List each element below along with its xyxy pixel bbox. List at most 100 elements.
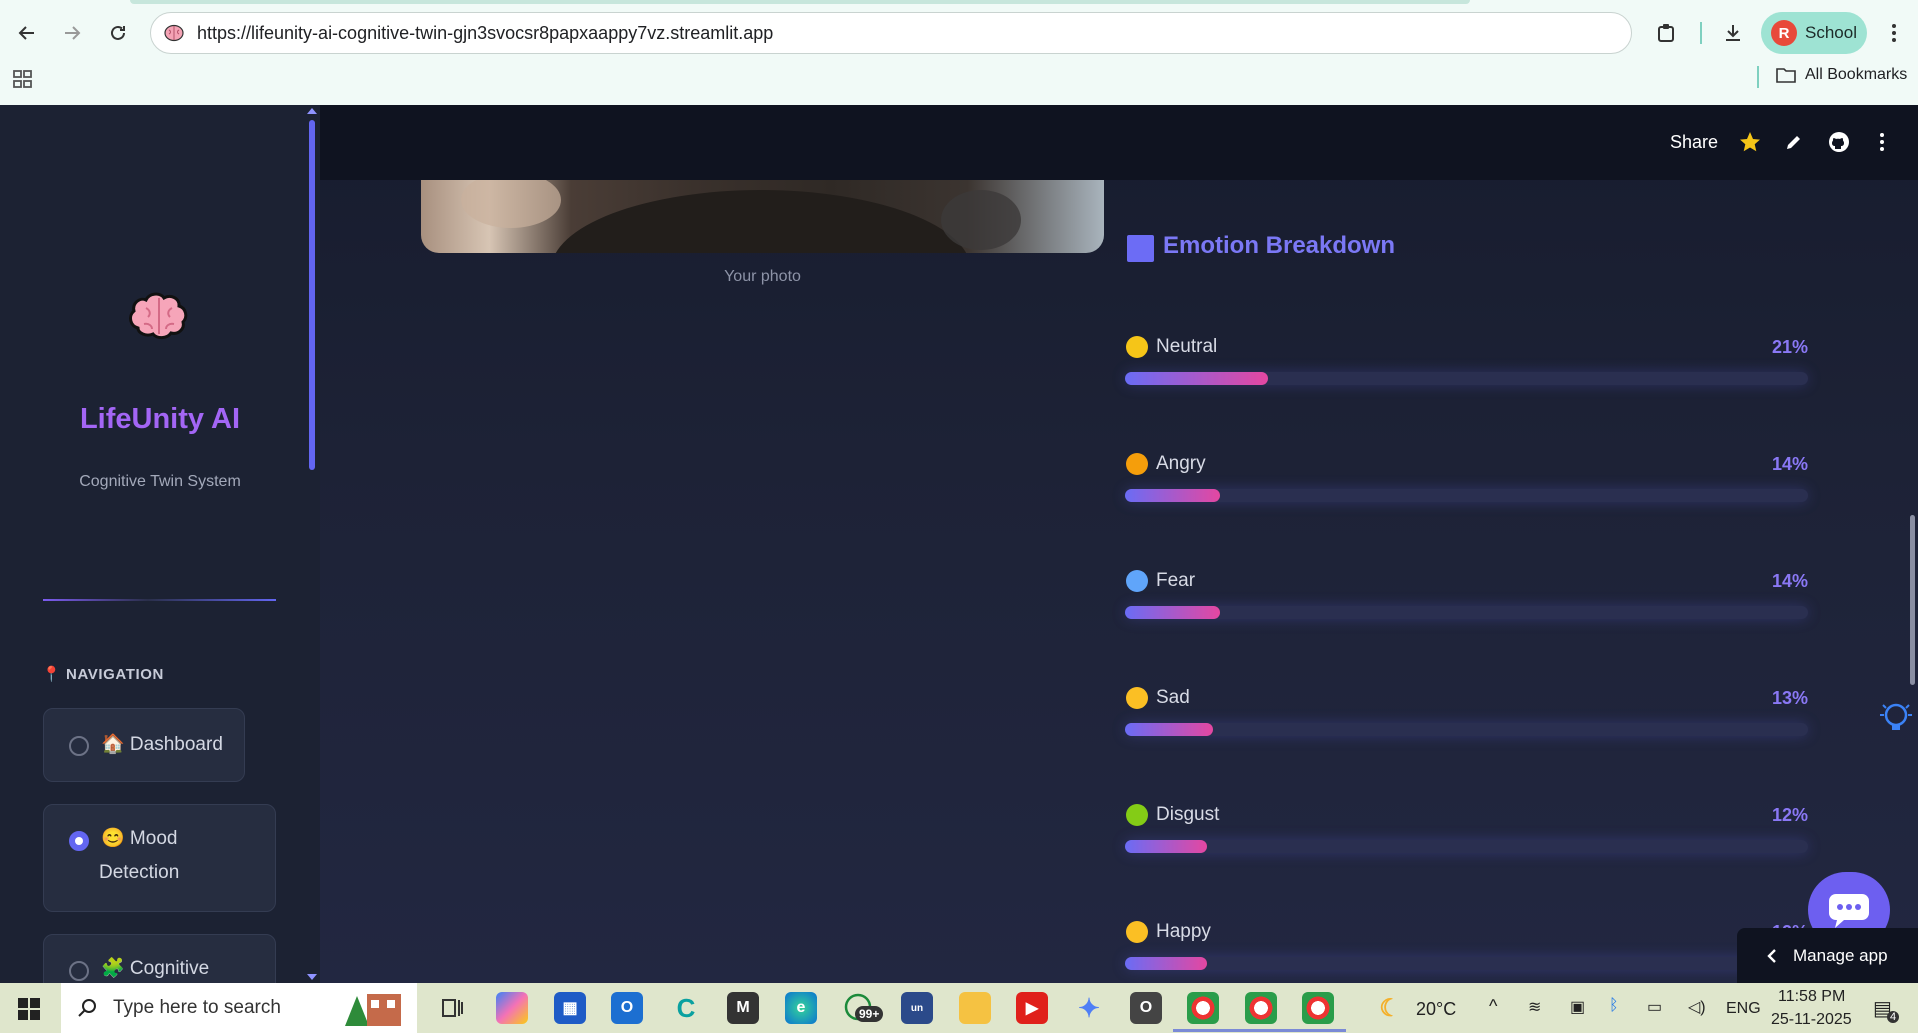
notification-count: 4 [1887, 1011, 1900, 1023]
site-brain-icon [163, 22, 185, 44]
sad-emoji-icon [1126, 687, 1148, 709]
app-c-icon[interactable]: C [670, 992, 702, 1024]
chrome-active-indicator-1 [1173, 1029, 1231, 1032]
emotion-bar-fill [1125, 723, 1213, 736]
emotion-label-sad: Sad [1126, 687, 1190, 709]
github-icon[interactable] [1827, 130, 1851, 154]
nav-item-mood-detection[interactable]: 😊 Mood Detection [43, 804, 276, 912]
language-indicator[interactable]: ENG [1726, 1000, 1761, 1018]
emotion-name: Neutral [1156, 336, 1218, 357]
emotion-bar-fill [1125, 489, 1220, 502]
radio-dashboard[interactable] [69, 736, 89, 756]
extensions-icon[interactable] [1650, 16, 1684, 50]
outlook-icon[interactable]: O [611, 992, 643, 1024]
uploaded-photo [421, 180, 1104, 253]
radio-cognitive[interactable] [69, 961, 89, 981]
chrome-active-indicator-3 [1288, 1029, 1346, 1032]
toolbar-divider [1700, 22, 1702, 44]
manage-app-button[interactable]: Manage app [1737, 928, 1918, 983]
browser-menu-icon[interactable] [1877, 16, 1911, 50]
main-scrollbar-thumb[interactable] [1910, 515, 1915, 685]
app-menu-icon[interactable] [1870, 130, 1894, 154]
apps-grid-icon[interactable] [12, 68, 36, 92]
network-icon[interactable]: ≋ [1528, 997, 1541, 1017]
nav-item-dashboard[interactable]: 🏠 Dashboard [43, 708, 245, 782]
sidebar-scroll-up-icon[interactable] [307, 108, 317, 114]
tab-strip-edge [130, 0, 1470, 4]
battery-icon[interactable]: ▭ [1647, 997, 1662, 1017]
volume-icon[interactable]: ◁) [1688, 997, 1706, 1017]
copilot-icon[interactable] [496, 992, 528, 1024]
search-placeholder: Type here to search [113, 997, 281, 1018]
task-view-icon[interactable] [436, 992, 468, 1024]
all-bookmarks-label: All Bookmarks [1805, 66, 1908, 83]
emotion-name: Sad [1156, 687, 1190, 708]
chrome-icon-3[interactable] [1302, 992, 1334, 1024]
download-icon[interactable] [1716, 16, 1750, 50]
emotion-label-disgust: Disgust [1126, 804, 1219, 826]
emotion-bar-fill [1125, 606, 1220, 619]
edge-icon[interactable]: e [785, 992, 817, 1024]
app-m-icon[interactable]: M [727, 992, 759, 1024]
emotion-name: Happy [1156, 921, 1211, 942]
app-o-icon[interactable]: O [1130, 992, 1162, 1024]
emotion-bar-track [1125, 957, 1808, 970]
edit-pencil-icon[interactable] [1782, 130, 1806, 154]
forward-icon[interactable] [55, 16, 89, 50]
emotion-bar-fill [1125, 840, 1207, 853]
emotion-name: Fear [1156, 570, 1196, 591]
profile-button[interactable]: R School [1761, 12, 1867, 54]
emotion-name: Disgust [1156, 804, 1220, 825]
sidebar-divider [43, 599, 276, 601]
emotion-bar-track [1125, 489, 1808, 502]
reload-icon[interactable] [101, 16, 135, 50]
app-title: LifeUnity AI [79, 403, 241, 435]
all-bookmarks-button[interactable]: All Bookmarks [1775, 66, 1907, 84]
windows-start-icon[interactable] [18, 998, 40, 1020]
sidebar-scroll-down-icon[interactable] [307, 974, 317, 980]
whatsapp-icon[interactable]: 99+ [843, 992, 884, 1024]
search-icon [78, 999, 96, 1017]
youtube-icon[interactable]: ▶ [1016, 992, 1048, 1024]
app-subtitle: Cognitive Twin System [79, 473, 241, 490]
emotion-label-neutral: Neutral [1126, 336, 1217, 358]
star-icon[interactable] [1738, 130, 1762, 154]
nav-label-dashboard: 🏠 Dashboard [101, 734, 223, 755]
clock-date[interactable]: 25-11-2025 [1771, 1011, 1852, 1029]
clock-time[interactable]: 11:58 PM [1778, 988, 1845, 1006]
chrome-icon-1[interactable] [1187, 992, 1219, 1024]
emotion-bar-track [1125, 840, 1808, 853]
emotion-percent: 13% [1771, 688, 1808, 708]
tray-chevron-up-icon[interactable]: ^ [1489, 996, 1497, 1017]
file-explorer-icon[interactable] [959, 992, 991, 1024]
gemini-icon[interactable]: ✦ [1073, 992, 1105, 1024]
happy-emoji-icon [1126, 921, 1148, 943]
emotion-percent: 14% [1771, 571, 1808, 591]
chrome-icon-2[interactable] [1245, 992, 1277, 1024]
chevron-left-icon [1767, 948, 1776, 963]
share-button[interactable]: Share [1670, 132, 1718, 153]
address-bar[interactable]: https://lifeunity-ai-cognitive-twin-gjn3… [150, 12, 1632, 54]
profile-avatar: R [1771, 20, 1797, 46]
url-text[interactable]: https://lifeunity-ai-cognitive-twin-gjn3… [197, 23, 773, 44]
emotion-percent: 12% [1771, 805, 1808, 825]
back-icon[interactable] [10, 16, 44, 50]
weather-text[interactable]: 20°C [1416, 999, 1456, 1020]
emotion-label-fear: Fear [1126, 570, 1195, 592]
emotion-bar-track [1125, 606, 1808, 619]
store-icon[interactable]: ▦ [554, 992, 586, 1024]
lightbulb-icon[interactable] [1878, 700, 1914, 740]
taskbar-search[interactable]: Type here to search [61, 983, 417, 1033]
bluetooth-icon[interactable]: ᛒ [1609, 997, 1619, 1015]
angry-emoji-icon [1126, 453, 1148, 475]
emotion-percent: 14% [1771, 454, 1808, 474]
unstop-icon[interactable]: un [901, 992, 933, 1024]
moon-weather-icon[interactable]: ☾ [1374, 992, 1406, 1024]
emotion-bar-track [1125, 372, 1808, 385]
emotion-label-angry: Angry [1126, 453, 1206, 475]
radio-mood-detection[interactable] [69, 831, 89, 851]
nav-label-cognitive: 🧩 Cognitive [101, 958, 210, 979]
navigation-heading: 📍 NAVIGATION [42, 666, 164, 683]
device-icon[interactable]: ▣ [1570, 997, 1585, 1017]
emotion-bar-fill [1125, 957, 1207, 970]
